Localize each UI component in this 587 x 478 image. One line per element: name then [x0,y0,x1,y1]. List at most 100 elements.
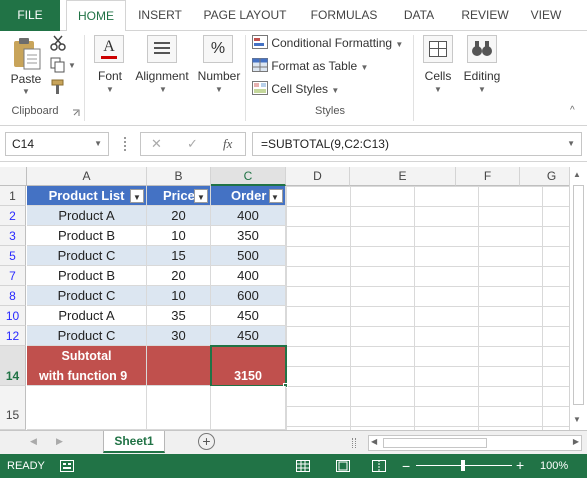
row-header[interactable]: 10 [0,306,26,326]
table-cell[interactable]: 450 [211,306,286,326]
table-cell[interactable]: 500 [211,246,286,266]
sheet-tab-sheet1[interactable]: Sheet1 [103,431,165,453]
collapse-ribbon-button[interactable]: ^ [570,105,575,116]
macro-record-icon[interactable] [60,460,74,472]
empty-cells-area[interactable] [286,186,586,430]
subtotal-empty-cell[interactable] [147,346,211,386]
scroll-sheets-right-icon[interactable]: ▶ [56,436,63,447]
format-painter-icon[interactable] [50,79,66,95]
column-header-c[interactable]: C [211,167,286,186]
table-cell[interactable]: 10 [147,286,211,306]
table-cell[interactable]: Product A [27,206,147,226]
scroll-thumb[interactable] [573,185,584,405]
hscroll-thumb[interactable] [383,438,487,448]
subtotal-value-cell[interactable]: 3150 [211,346,286,386]
header-cell-order[interactable]: Order ▼ [211,186,286,206]
font-button[interactable]: A Font ▼ [90,33,130,99]
cell-styles-button[interactable]: Cell Styles ▼ [252,81,339,96]
tab-file[interactable]: FILE [0,0,60,31]
row-header[interactable]: 1 [0,186,26,206]
tab-review[interactable]: REVIEW [454,0,516,31]
table-cell[interactable]: 600 [211,286,286,306]
column-header-d[interactable]: D [286,167,350,186]
name-box[interactable]: C14 ▼ [5,132,109,156]
tab-insert[interactable]: INSERT [130,0,190,31]
column-header-a[interactable]: A [27,167,147,186]
tab-view[interactable]: VIEW [524,0,568,31]
table-cell[interactable]: Product B [27,266,147,286]
formula-bar-grip[interactable] [124,137,127,151]
table-cell[interactable]: Product C [27,246,147,266]
filter-dropdown-icon[interactable]: ▼ [194,189,208,203]
zoom-slider[interactable] [416,460,512,471]
row-header[interactable]: 12 [0,326,26,346]
zoom-out-button[interactable]: − [402,458,410,474]
scroll-down-arrow[interactable]: ▼ [573,415,581,424]
hscroll-right-arrow[interactable]: ▶ [573,437,579,446]
horizontal-scrollbar[interactable]: ◀ ▶ [368,435,582,451]
tab-data[interactable]: DATA [394,0,444,31]
formula-input[interactable]: =SUBTOTAL(9,C2:C13) ▼ [252,132,582,156]
table-cell[interactable]: 400 [211,266,286,286]
tab-formulas[interactable]: FORMULAS [302,0,386,31]
row-header-selected[interactable]: 14 [0,346,26,386]
header-cell-product-list[interactable]: Product List ▼ [27,186,147,206]
table-cell[interactable]: 450 [211,326,286,346]
table-cell[interactable]: 350 [211,226,286,246]
column-header-f[interactable]: F [456,167,520,186]
filter-dropdown-icon[interactable]: ▼ [130,189,144,203]
table-cell[interactable]: 10 [147,226,211,246]
column-header-b[interactable]: B [147,167,211,186]
select-all-corner[interactable] [0,167,27,186]
table-cell[interactable]: 400 [211,206,286,226]
filter-active-icon[interactable]: ▼ [269,189,283,203]
editing-button[interactable]: Editing ▼ [460,33,504,99]
page-break-preview-icon[interactable] [372,460,386,472]
row-header[interactable]: 15 [0,386,26,430]
normal-view-icon[interactable] [296,460,310,472]
row-header[interactable]: 8 [0,286,26,306]
zoom-slider-thumb[interactable] [461,460,465,471]
tab-home[interactable]: HOME [66,0,126,32]
table-cell[interactable]: Product C [27,326,147,346]
page-layout-view-icon[interactable] [336,460,350,472]
table-cell[interactable]: 20 [147,266,211,286]
tab-page-layout[interactable]: PAGE LAYOUT [198,0,292,31]
subtotal-label-cell[interactable]: Subtotal with function 9 [27,346,147,386]
row-header[interactable]: 3 [0,226,26,246]
zoom-level[interactable]: 100% [540,460,568,472]
alignment-button[interactable]: Alignment ▼ [134,33,192,99]
tab-splitter-icon[interactable] [352,438,356,448]
column-header-e[interactable]: E [350,167,456,186]
cells-button[interactable]: Cells ▼ [418,33,458,99]
table-cell[interactable]: 20 [147,206,211,226]
conditional-formatting-button[interactable]: Conditional Formatting ▼ [252,35,403,50]
row-header[interactable]: 5 [0,246,26,266]
worksheet-grid[interactable]: A B C D E F G 1 Product List ▼ Price ▼ O… [0,167,587,430]
empty-cell[interactable] [211,386,286,430]
empty-cell[interactable] [147,386,211,430]
scroll-sheets-left-icon[interactable]: ◀ [30,436,37,447]
hscroll-left-arrow[interactable]: ◀ [371,437,377,446]
enter-icon[interactable]: ✓ [187,136,198,152]
cut-icon[interactable] [50,35,66,51]
paste-button[interactable]: Paste ▼ [6,35,46,96]
table-cell[interactable]: Product C [27,286,147,306]
format-as-table-button[interactable]: Format as Table ▼ [252,58,368,73]
table-cell[interactable]: Product B [27,226,147,246]
cancel-icon[interactable]: ✕ [151,136,162,152]
table-cell[interactable]: 15 [147,246,211,266]
number-button[interactable]: % Number ▼ [196,33,242,99]
row-header[interactable]: 2 [0,206,26,226]
copy-icon[interactable] [50,57,66,73]
new-sheet-button[interactable]: + [198,433,215,450]
table-cell[interactable]: 30 [147,326,211,346]
zoom-in-button[interactable]: + [516,457,524,473]
insert-function-icon[interactable]: fx [223,136,232,152]
table-cell[interactable]: Product A [27,306,147,326]
empty-cell[interactable] [27,386,147,430]
dialog-launcher-icon[interactable] [72,109,80,117]
table-cell[interactable]: 35 [147,306,211,326]
vertical-scrollbar[interactable]: ▲ ▼ [569,167,587,430]
row-header[interactable]: 7 [0,266,26,286]
